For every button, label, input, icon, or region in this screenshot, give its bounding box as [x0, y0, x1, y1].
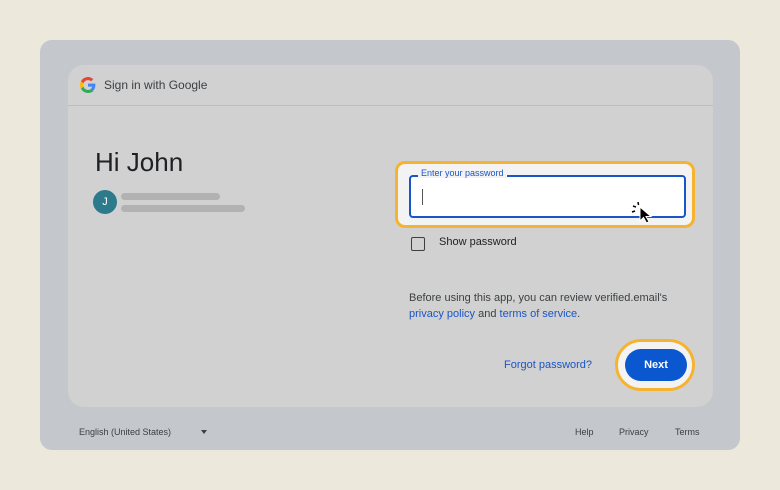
privacy-policy-link[interactable]: privacy policy: [409, 308, 475, 320]
consent-and: and: [478, 308, 497, 320]
forgot-password-link[interactable]: Forgot password?: [504, 359, 592, 371]
privacy-link[interactable]: Privacy: [619, 427, 649, 437]
avatar[interactable]: J: [93, 190, 117, 214]
next-button[interactable]: Next: [625, 349, 687, 381]
consent-text: Before using this app, you can review ve…: [409, 290, 689, 322]
greeting-title: Hi John: [95, 147, 184, 177]
consent-period: .: [577, 308, 581, 320]
terms-of-service-link[interactable]: terms of service: [500, 308, 578, 320]
redacted-email-bar: [121, 205, 245, 212]
terms-link[interactable]: Terms: [675, 427, 700, 437]
google-logo-icon: [80, 77, 96, 93]
consent-intro: Before using this app, you can review ve…: [409, 292, 668, 304]
screenshot-frame: Sign in with Google Hi John J Enter your…: [40, 40, 740, 450]
chevron-down-icon[interactable]: [201, 430, 207, 434]
sign-in-card: Sign in with Google Hi John J Enter your…: [68, 65, 713, 407]
show-password-label: Show password: [439, 236, 517, 248]
footer: English (United States) Help Privacy Ter…: [40, 420, 740, 440]
help-link[interactable]: Help: [575, 427, 594, 437]
text-caret: [422, 189, 423, 205]
mouse-cursor-icon: [631, 202, 653, 224]
header-title: Sign in with Google: [104, 78, 208, 92]
language-selector[interactable]: English (United States): [79, 427, 171, 437]
password-field-label: Enter your password: [418, 168, 507, 178]
redacted-name-bar: [121, 193, 220, 200]
card-header: Sign in with Google: [68, 65, 713, 106]
show-password-checkbox[interactable]: [411, 237, 425, 251]
